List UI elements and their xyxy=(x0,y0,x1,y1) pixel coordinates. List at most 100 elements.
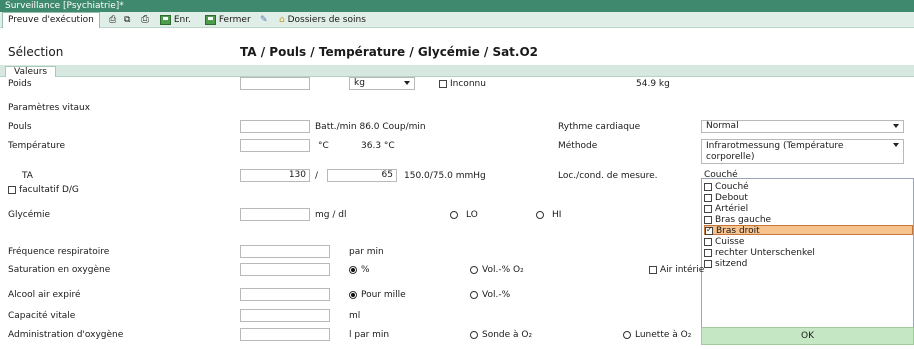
dossiers-label: Dossiers de soins xyxy=(287,15,366,25)
checkbox-checked[interactable] xyxy=(705,225,713,235)
list-item[interactable]: Cuisse xyxy=(704,237,913,247)
capacite-unit: ml xyxy=(349,311,361,321)
window-title: Surveillance [Psychiatrie]* xyxy=(5,1,124,11)
checkbox[interactable] xyxy=(704,215,712,224)
list-item-label: Cuisse xyxy=(715,237,745,247)
radio-permille[interactable] xyxy=(349,290,357,299)
toolbar: Preuve d'exécution ⎙ ⧉ ⎙ Enr. Fermer ✎ ⌂… xyxy=(0,12,914,28)
frequence-input[interactable] xyxy=(240,245,330,258)
print-icon[interactable]: ⎙ xyxy=(141,13,149,27)
alcool-permille[interactable]: Pour mille xyxy=(349,290,406,300)
permille-label: Pour mille xyxy=(361,290,406,300)
sonde-label: Sonde à O₂ xyxy=(482,330,533,340)
hi-label: HI xyxy=(552,210,562,220)
poids-input[interactable] xyxy=(240,77,310,90)
list-item[interactable]: sitzend xyxy=(704,259,913,269)
checkbox[interactable] xyxy=(704,248,712,257)
copy-icon[interactable]: ⧉ xyxy=(124,13,130,27)
ok-button[interactable]: OK xyxy=(701,327,914,345)
vol-label: Vol.-% O₂ xyxy=(482,265,524,275)
list-item-label: sitzend xyxy=(715,259,748,269)
admin-o2-sonde[interactable]: Sonde à O₂ xyxy=(470,330,532,340)
pouls-input[interactable] xyxy=(240,120,310,133)
radio-alcool-vol[interactable] xyxy=(470,290,478,299)
admin-o2-lunette[interactable]: Lunette à O₂ xyxy=(623,330,691,340)
close-button[interactable]: Fermer xyxy=(205,13,251,27)
radio-lo[interactable] xyxy=(450,210,458,219)
temperature-input[interactable] xyxy=(240,139,310,152)
list-item[interactable]: Bras gauche xyxy=(704,215,913,225)
glycemie-unit: mg / dl xyxy=(315,210,347,220)
list-item-selected[interactable]: Bras droit xyxy=(704,225,913,236)
checkbox[interactable] xyxy=(704,237,712,246)
dossiers-button[interactable]: ⌂ Dossiers de soins xyxy=(279,13,366,27)
temperature-label: Température xyxy=(8,141,66,151)
poids-unknown[interactable]: Inconnu xyxy=(439,79,486,89)
methode-select[interactable]: Infrarotmessung (Température corporelle) xyxy=(701,139,904,164)
checkbox[interactable] xyxy=(704,259,712,268)
ta-label: TA xyxy=(22,171,33,181)
checkbox[interactable] xyxy=(704,182,712,191)
loc-listbox[interactable]: Couché Debout Artériel Bras gauche Bras … xyxy=(701,178,914,344)
alcool-input[interactable] xyxy=(240,288,330,301)
unknown-label: Inconnu xyxy=(450,79,486,89)
ta-optional[interactable]: facultatif D/G xyxy=(8,185,79,195)
saturation-air[interactable]: Air intérie xyxy=(649,265,704,275)
ta-systolic-input[interactable]: 130 xyxy=(240,169,310,182)
optional-label: facultatif D/G xyxy=(19,185,79,195)
pouls-label: Pouls xyxy=(8,122,32,132)
list-item-label: Debout xyxy=(715,193,748,203)
checkbox[interactable] xyxy=(704,204,712,213)
list-item-label: Artériel xyxy=(715,204,749,214)
lunette-label: Lunette à O₂ xyxy=(635,330,692,340)
checkbox[interactable] xyxy=(704,193,712,202)
list-item[interactable]: Artériel xyxy=(704,204,913,214)
folder-icon: ⌂ xyxy=(279,15,285,25)
rythme-select[interactable]: Normal xyxy=(701,120,904,133)
vitals-heading: Paramètres vitaux xyxy=(8,103,91,113)
tab-preuve-execution[interactable]: Preuve d'exécution xyxy=(2,12,100,28)
radio-sonde[interactable] xyxy=(470,330,478,339)
alcool-vol[interactable]: Vol.-% xyxy=(470,290,510,300)
ta-diastolic-input[interactable]: 65 xyxy=(327,169,397,182)
radio-hi[interactable] xyxy=(536,210,544,219)
optional-checkbox[interactable] xyxy=(8,185,16,194)
glycemie-hi[interactable]: HI xyxy=(536,210,561,220)
pct-label: % xyxy=(361,265,370,275)
list-item[interactable]: Debout xyxy=(704,193,913,203)
pouls-unit-last: Batt./min 86.0 Coup/min xyxy=(315,122,426,132)
glycemie-label: Glycémie xyxy=(8,210,51,220)
glycemie-input[interactable] xyxy=(240,208,310,221)
chevron-down-icon xyxy=(893,124,899,128)
chevron-down-icon xyxy=(404,81,410,85)
rythme-label: Rythme cardiaque xyxy=(558,122,641,132)
selection-label: Sélection xyxy=(8,45,64,59)
list-item[interactable]: rechter Unterschenkel xyxy=(704,248,913,258)
air-checkbox[interactable] xyxy=(649,265,657,274)
pen-icon[interactable]: ✎ xyxy=(260,13,268,27)
capacite-label: Capacité vitale xyxy=(8,311,76,321)
admin-o2-input[interactable] xyxy=(240,328,330,341)
save-label: Enr. xyxy=(173,15,192,25)
radio-pct[interactable] xyxy=(349,265,357,274)
new-icon[interactable]: ⎙ xyxy=(109,13,116,27)
capacite-input[interactable] xyxy=(240,309,330,322)
chevron-down-icon xyxy=(893,143,899,147)
save-button[interactable]: Enr. xyxy=(160,13,191,27)
radio-vol[interactable] xyxy=(470,265,478,274)
saturation-input[interactable] xyxy=(240,263,330,276)
admin-o2-unit: l par min xyxy=(349,330,390,340)
air-label: Air intérie xyxy=(660,265,705,275)
list-item-label: rechter Unterschenkel xyxy=(715,248,815,258)
tab-valeurs[interactable]: Valeurs xyxy=(5,66,57,77)
poids-unit-select[interactable]: kg xyxy=(349,77,415,90)
radio-lunette[interactable] xyxy=(623,330,631,339)
glycemie-lo[interactable]: LO xyxy=(450,210,478,220)
saturation-pct[interactable]: % xyxy=(349,265,370,275)
frequence-label: Fréquence respiratoire xyxy=(8,247,110,257)
alcool-vol-label: Vol.-% xyxy=(482,290,511,300)
unknown-checkbox[interactable] xyxy=(439,79,447,88)
list-item[interactable]: Couché xyxy=(704,182,913,192)
list-item-label: Bras droit xyxy=(716,226,760,236)
saturation-vol[interactable]: Vol.-% O₂ xyxy=(470,265,524,275)
